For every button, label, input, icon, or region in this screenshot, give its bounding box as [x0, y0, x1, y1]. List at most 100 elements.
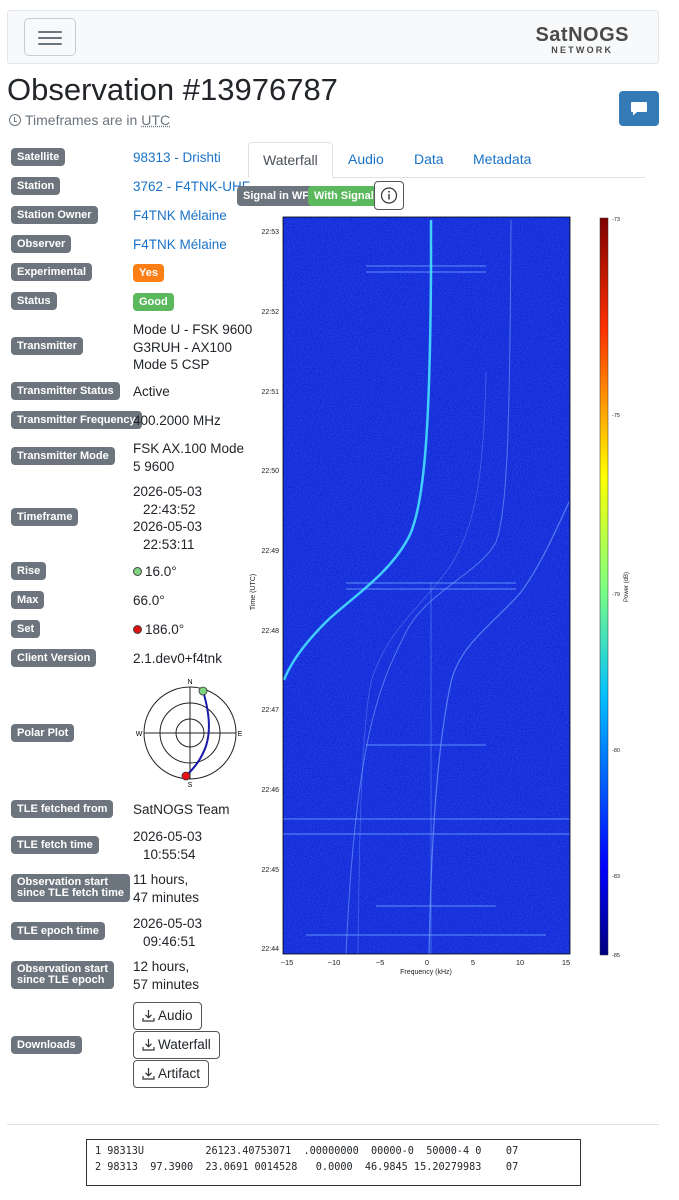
polar-set-point: [181, 771, 191, 781]
tle-fetch-time-value: 2026-05-03 10:55:54: [133, 828, 202, 863]
waterfall-plot: 22:53 22:52 22:51 22:50 22:49 22:48 22:4…: [250, 216, 630, 976]
timeframe-start-date: 2026-05-03: [133, 484, 203, 499]
tle-epoch-date: 2026-05-03: [133, 916, 203, 931]
download-audio-button[interactable]: Audio: [133, 1002, 202, 1030]
download-icon: [142, 1068, 155, 1080]
label-rise: Rise: [11, 562, 47, 580]
menu-toggle-button[interactable]: [24, 18, 76, 56]
label-experimental: Experimental: [11, 263, 93, 281]
download-waterfall-button[interactable]: Waterfall: [133, 1031, 220, 1059]
y-tick: 22:52: [261, 309, 279, 316]
tle-fetch-clock: 10:55:54: [143, 846, 196, 862]
tle-fetched-from-value: SatNOGS Team: [133, 802, 230, 817]
tle-line-2: 2 98313 97.3900 23.0691 0014528 0.0000 4…: [95, 1162, 519, 1173]
set-dot-icon: [133, 625, 142, 634]
transmitter-mode-line2: 5 9600: [133, 458, 175, 474]
colorbar-tick: -85: [612, 953, 620, 959]
y-axis-label: Time (UTC): [250, 574, 257, 610]
info-button[interactable]: [374, 181, 404, 210]
polar-north-label: N: [187, 679, 192, 686]
y-tick: 22:48: [261, 628, 279, 635]
y-tick: 22:45: [261, 867, 279, 874]
colorbar-tick: -75: [612, 413, 620, 419]
x-tick: 15: [562, 958, 570, 967]
status-value: Good: [133, 292, 174, 311]
timeframe-end-date: 2026-05-03: [133, 519, 203, 534]
tle-epoch-time-value: 2026-05-03 09:46:51: [133, 915, 202, 950]
experimental-badge: Yes: [133, 264, 164, 282]
tab-data[interactable]: Data: [414, 142, 444, 178]
label-tle-epoch-time: TLE epoch time: [11, 922, 105, 940]
x-tick: −10: [328, 958, 341, 967]
x-axis-label: Frequency (kHz): [400, 969, 452, 976]
label-timeframe: Timeframe: [11, 508, 79, 526]
y-tick: 22:47: [261, 707, 279, 714]
label-obs-start-since-fetch-line2: since TLE fetch time: [17, 887, 124, 899]
label-transmitter-frequency: Transmitter Frequency: [11, 411, 142, 429]
label-status: Status: [11, 292, 57, 310]
tab-metadata[interactable]: Metadata: [473, 142, 531, 178]
obs-start-since-fetch-minutes: 47 minutes: [133, 889, 200, 905]
y-tick: 22:49: [261, 548, 279, 555]
y-tick: 22:46: [261, 787, 279, 794]
colorbar-label: Power (dB): [624, 572, 630, 602]
transmitter-line2: G3RUH - AX100: [133, 339, 233, 355]
colorbar-tick: -79: [612, 592, 620, 598]
clock-icon: [9, 114, 21, 126]
station-link[interactable]: 3762 - F4TNK-UHF: [133, 178, 250, 196]
label-transmitter: Transmitter: [11, 337, 83, 355]
tag-with-signal: With Signal: [308, 186, 380, 206]
label-downloads: Downloads: [11, 1036, 82, 1054]
satellite-link[interactable]: 98313 - Drishti: [133, 149, 221, 167]
set-azimuth: 186.0°: [145, 622, 185, 637]
timeframe-end-time: 22:53:11: [143, 536, 195, 552]
max-value: 66.0°: [133, 593, 165, 608]
polar-plot: N E S W: [136, 679, 243, 788]
brand-sub: NETWORK: [551, 45, 614, 55]
transmitter-line1: Mode U - FSK 9600: [133, 322, 253, 337]
timeframe-start-time: 22:43:52: [143, 501, 196, 517]
label-max: Max: [11, 591, 45, 609]
polar-east-label: E: [238, 731, 243, 738]
download-artifact-button[interactable]: Artifact: [133, 1060, 210, 1088]
transmitter-mode-line1: FSK AX.100 Mode: [133, 441, 245, 456]
download-artifact-label: Artifact: [158, 1066, 201, 1081]
client-version-value: 2.1.dev0+f4tnk: [133, 651, 222, 666]
obs-start-since-fetch-value: 11 hours, 47 minutes: [133, 871, 199, 906]
label-station: Station: [11, 177, 61, 195]
timezone-note-text: Timeframes are in: [25, 112, 138, 128]
colorbar-tick: -73: [612, 217, 620, 223]
x-tick: −5: [376, 958, 385, 967]
label-set: Set: [11, 620, 41, 638]
label-station-owner: Station Owner: [11, 206, 98, 224]
brand-name: SatNOGS: [535, 24, 629, 46]
y-tick: 22:44: [261, 946, 279, 953]
divider: [7, 1124, 659, 1125]
obs-start-since-fetch-hours: 11 hours,: [133, 872, 189, 887]
transmitter-value: Mode U - FSK 9600 G3RUH - AX100 Mode 5 C…: [133, 321, 252, 374]
tab-waterfall[interactable]: Waterfall: [248, 142, 333, 178]
y-tick: 22:50: [261, 468, 279, 475]
rise-dot-icon: [133, 567, 142, 576]
label-observer: Observer: [11, 235, 72, 253]
brand-logo[interactable]: SatNOGS NETWORK: [535, 25, 629, 55]
colorbar-tick: -80: [612, 748, 620, 754]
polar-west-label: W: [136, 731, 143, 738]
transmitter-status-value: Active: [133, 384, 170, 399]
colorbar: [599, 217, 609, 956]
hamburger-icon-bar: [38, 37, 62, 39]
station-owner-link[interactable]: F4TNK Mélaine: [133, 207, 227, 225]
page-title: Observation #13976787: [7, 72, 338, 107]
tag-signal-in-wf: Signal in WF: [237, 186, 315, 206]
x-tick: 10: [516, 958, 524, 967]
x-tick: 0: [425, 958, 429, 967]
comment-button[interactable]: [619, 91, 659, 126]
experimental-value: Yes: [133, 263, 164, 282]
observer-link[interactable]: F4TNK Mélaine: [133, 236, 227, 254]
label-tle-fetch-time: TLE fetch time: [11, 836, 99, 854]
label-polar-plot: Polar Plot: [11, 724, 75, 742]
label-satellite: Satellite: [11, 148, 66, 166]
label-obs-start-since-epoch-line2: since TLE epoch: [17, 974, 105, 986]
tab-audio[interactable]: Audio: [348, 142, 384, 178]
info-icon: [380, 187, 398, 204]
